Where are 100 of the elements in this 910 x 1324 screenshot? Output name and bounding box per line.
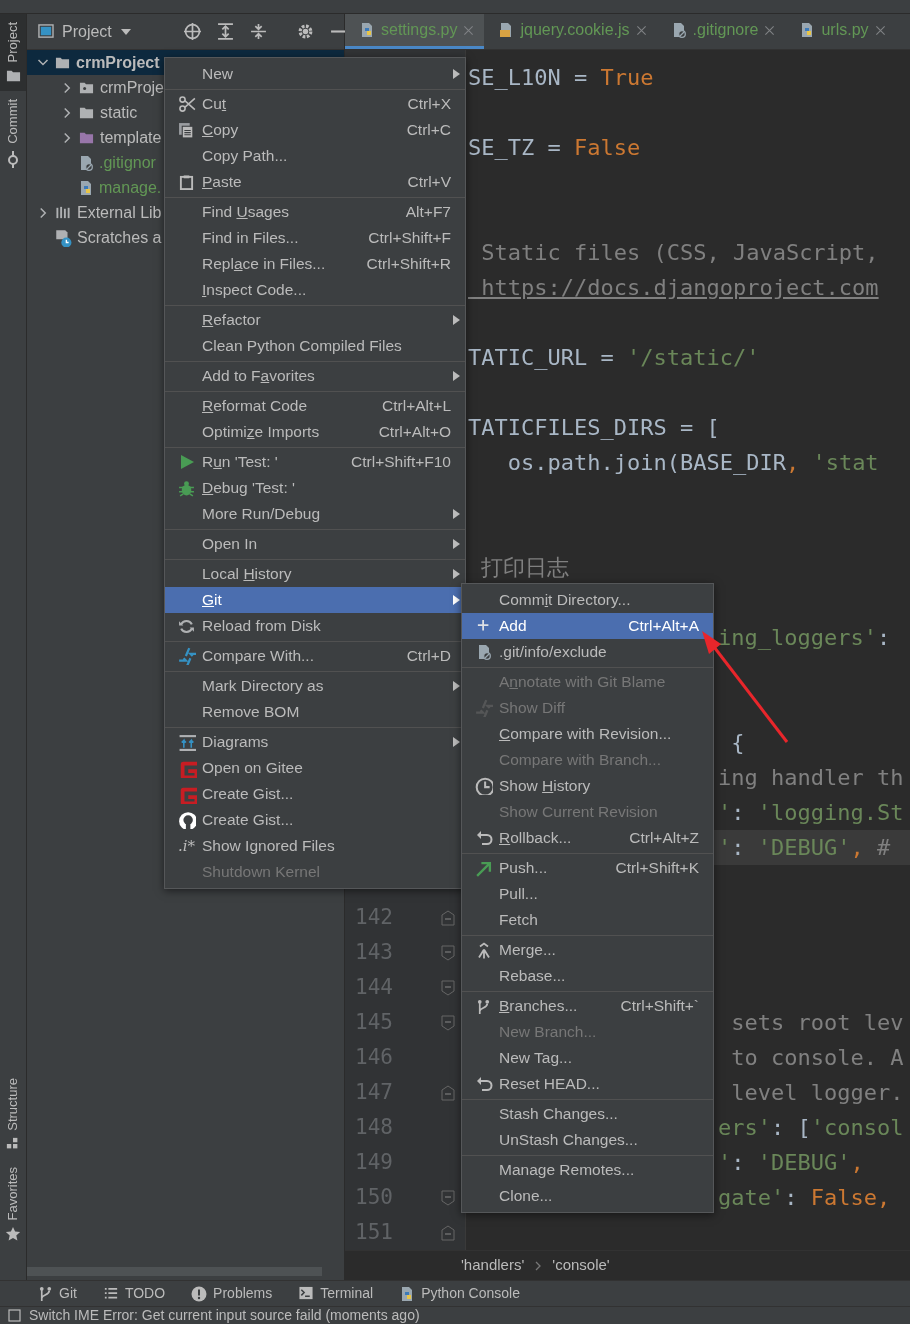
fold-end-icon[interactable] (441, 979, 455, 996)
tool-window-button[interactable]: Terminal (298, 1283, 374, 1304)
menu-item[interactable]: Reformat Code Ctrl+Alt+L (165, 393, 465, 419)
diff-icon (474, 699, 493, 717)
menu-item[interactable]: Paste Ctrl+V (165, 169, 465, 195)
submenu-arrow-icon (453, 595, 460, 605)
menu-item[interactable]: UnStash Changes... (462, 1127, 713, 1153)
menu-item[interactable]: Add Ctrl+Alt+A (462, 613, 713, 639)
tool-window-button[interactable]: TODO (102, 1283, 166, 1304)
menu-item[interactable]: Run 'Test: ' Ctrl+Shift+F10 (165, 449, 465, 475)
menu-item[interactable]: Reset HEAD... (462, 1071, 713, 1097)
close-icon[interactable] (764, 24, 776, 36)
menu-item[interactable]: Rollback... Ctrl+Alt+Z (462, 825, 713, 851)
scrollbar[interactable] (27, 1267, 322, 1276)
fold-marker-icon[interactable] (441, 1084, 455, 1101)
menu-item[interactable]: Find Usages Alt+F7 (165, 199, 465, 225)
locate-icon[interactable] (183, 23, 201, 40)
folder-icon (78, 130, 95, 145)
folder-icon (78, 80, 95, 95)
menu-item[interactable]: Refactor (165, 307, 465, 333)
tool-window-tab[interactable]: Favorites (0, 1158, 26, 1250)
tree-item[interactable]: static (100, 100, 138, 125)
menu-item[interactable]: Find in Files... Ctrl+Shift+F (165, 225, 465, 251)
tool-window-button[interactable]: Git (38, 1283, 77, 1304)
fold-end-icon[interactable] (441, 1014, 455, 1031)
tree-item[interactable]: .gitignor (99, 150, 156, 175)
branch-icon (476, 997, 491, 1015)
menu-item[interactable]: Inspect Code... (165, 277, 465, 303)
tree-item[interactable]: template (100, 125, 162, 150)
expand-all-icon[interactable] (216, 23, 234, 40)
fold-marker-icon[interactable] (441, 909, 455, 926)
menu-item[interactable]: Copy Ctrl+C (165, 117, 465, 143)
code-line: ers': ['consol (718, 1114, 904, 1142)
menu-item[interactable]: Replace in Files... Ctrl+Shift+R (165, 251, 465, 277)
file-icon (78, 154, 94, 171)
scratches-icon (54, 228, 72, 247)
menu-item[interactable]: Mark Directory as (165, 673, 465, 699)
dropdown-caret-icon[interactable] (119, 27, 132, 36)
code-line: ing handler th (718, 764, 904, 792)
collapse-all-icon[interactable] (249, 23, 267, 40)
menu-item[interactable]: Push... Ctrl+Shift+K (462, 855, 713, 881)
copy-icon (178, 121, 195, 139)
menu-item[interactable]: .i* Show Ignored Files (165, 833, 465, 859)
menu-item[interactable]: Copy Path... (165, 143, 465, 169)
submenu-arrow-icon (453, 371, 460, 381)
menu-item[interactable]: Cut Ctrl+X (165, 91, 465, 117)
submenu-arrow-icon (453, 509, 460, 519)
menu-item[interactable]: Compare with Revision... (462, 721, 713, 747)
menu-item[interactable]: Add to Favorites (165, 363, 465, 389)
menu-item[interactable]: Clean Python Compiled Files (165, 333, 465, 359)
menu-item[interactable]: Compare With... Ctrl+D (165, 643, 465, 669)
fold-end-icon[interactable] (441, 944, 455, 961)
tree-item[interactable]: manage. (99, 175, 162, 200)
tool-window-button[interactable]: Problems (191, 1283, 273, 1304)
tree-item[interactable]: External Lib (77, 200, 162, 225)
tree-item[interactable]: crmProje (100, 75, 164, 100)
menu-item[interactable]: Manage Remotes... (462, 1157, 713, 1183)
menu-item[interactable]: Commit Directory... (462, 587, 713, 613)
menu-item[interactable]: Show History (462, 773, 713, 799)
menu-item[interactable]: New (165, 61, 465, 87)
menu-item[interactable]: New Tag... (462, 1045, 713, 1071)
close-icon[interactable] (874, 24, 886, 36)
settings-icon[interactable] (296, 23, 314, 40)
menu-item[interactable]: Create Gist... (165, 781, 465, 807)
close-icon[interactable] (635, 24, 647, 36)
editor-tab[interactable]: urls.py (785, 14, 896, 49)
tree-item[interactable]: Scratches a (77, 225, 162, 250)
menu-item[interactable]: Local History (165, 561, 465, 587)
fold-marker-icon[interactable] (441, 1224, 455, 1241)
menu-item[interactable]: Pull... (462, 881, 713, 907)
code-line: SE_L10N = True (468, 64, 654, 92)
plus-icon (476, 619, 491, 633)
tool-window-tab[interactable]: Structure (0, 1069, 26, 1159)
breadcrumb-item[interactable]: 'handlers' (461, 1254, 525, 1277)
menu-item[interactable]: Fetch (462, 907, 713, 933)
menu-item[interactable]: Branches... Ctrl+Shift+` (462, 993, 713, 1019)
warning-icon (191, 1285, 208, 1302)
tool-window-tab[interactable]: Project (0, 14, 26, 92)
menu-item[interactable]: Reload from Disk (165, 613, 465, 639)
menu-item[interactable]: Rebase... (462, 963, 713, 989)
menu-item[interactable]: Optimize Imports Ctrl+Alt+O (165, 419, 465, 445)
editor-tab[interactable]: jquery.cookie.js (484, 14, 657, 49)
folder-icon (54, 55, 71, 70)
editor-tab[interactable]: .gitignore (656, 14, 786, 49)
folder-icon (4, 68, 22, 84)
menu-item[interactable]: Open on Gitee (165, 755, 465, 781)
submenu-arrow-icon (453, 681, 460, 691)
fold-end-icon[interactable] (441, 1189, 455, 1206)
breadcrumb-item[interactable]: 'console' (552, 1254, 610, 1277)
tool-window-tab[interactable]: Commit (0, 91, 26, 177)
tool-window-button[interactable]: Python Console (399, 1283, 520, 1304)
menu-item[interactable]: Open In (165, 531, 465, 557)
close-icon[interactable] (463, 24, 475, 36)
menu-item[interactable]: Diagrams (165, 729, 465, 755)
menu-item[interactable]: Stash Changes... (462, 1101, 713, 1127)
menu-item[interactable]: More Run/Debug (165, 501, 465, 527)
menu-item[interactable]: Debug 'Test: ' (165, 475, 465, 501)
menu-item[interactable]: Remove BOM (165, 699, 465, 725)
menu-item[interactable]: Merge... (462, 937, 713, 963)
menu-item[interactable]: Clone... (462, 1183, 713, 1209)
